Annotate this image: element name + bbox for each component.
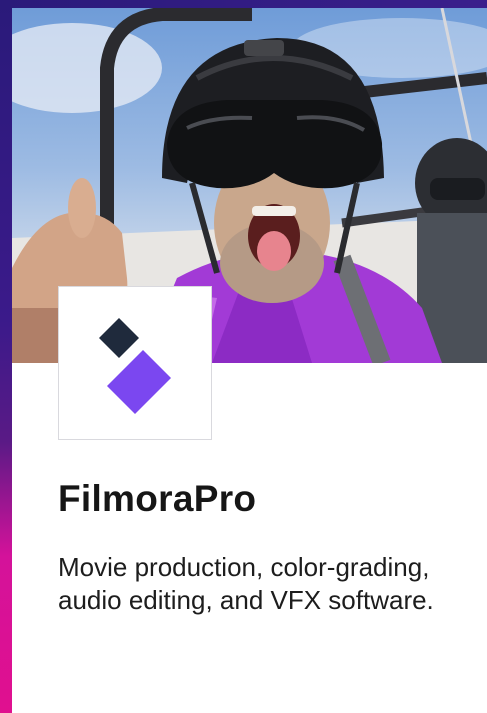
- product-title: FilmoraPro: [58, 478, 257, 519]
- top-accent-strip: [0, 0, 487, 8]
- filmora-logo-icon: [99, 318, 171, 414]
- app-logo: [58, 286, 212, 440]
- product-card[interactable]: FilmoraPro Movie production, color-gradi…: [12, 8, 487, 713]
- logo-dark-shape: [99, 318, 139, 358]
- product-description: Movie production, color-grading, audio e…: [58, 552, 434, 615]
- side-accent-strip: [0, 0, 12, 713]
- logo-accent-shape: [107, 350, 171, 414]
